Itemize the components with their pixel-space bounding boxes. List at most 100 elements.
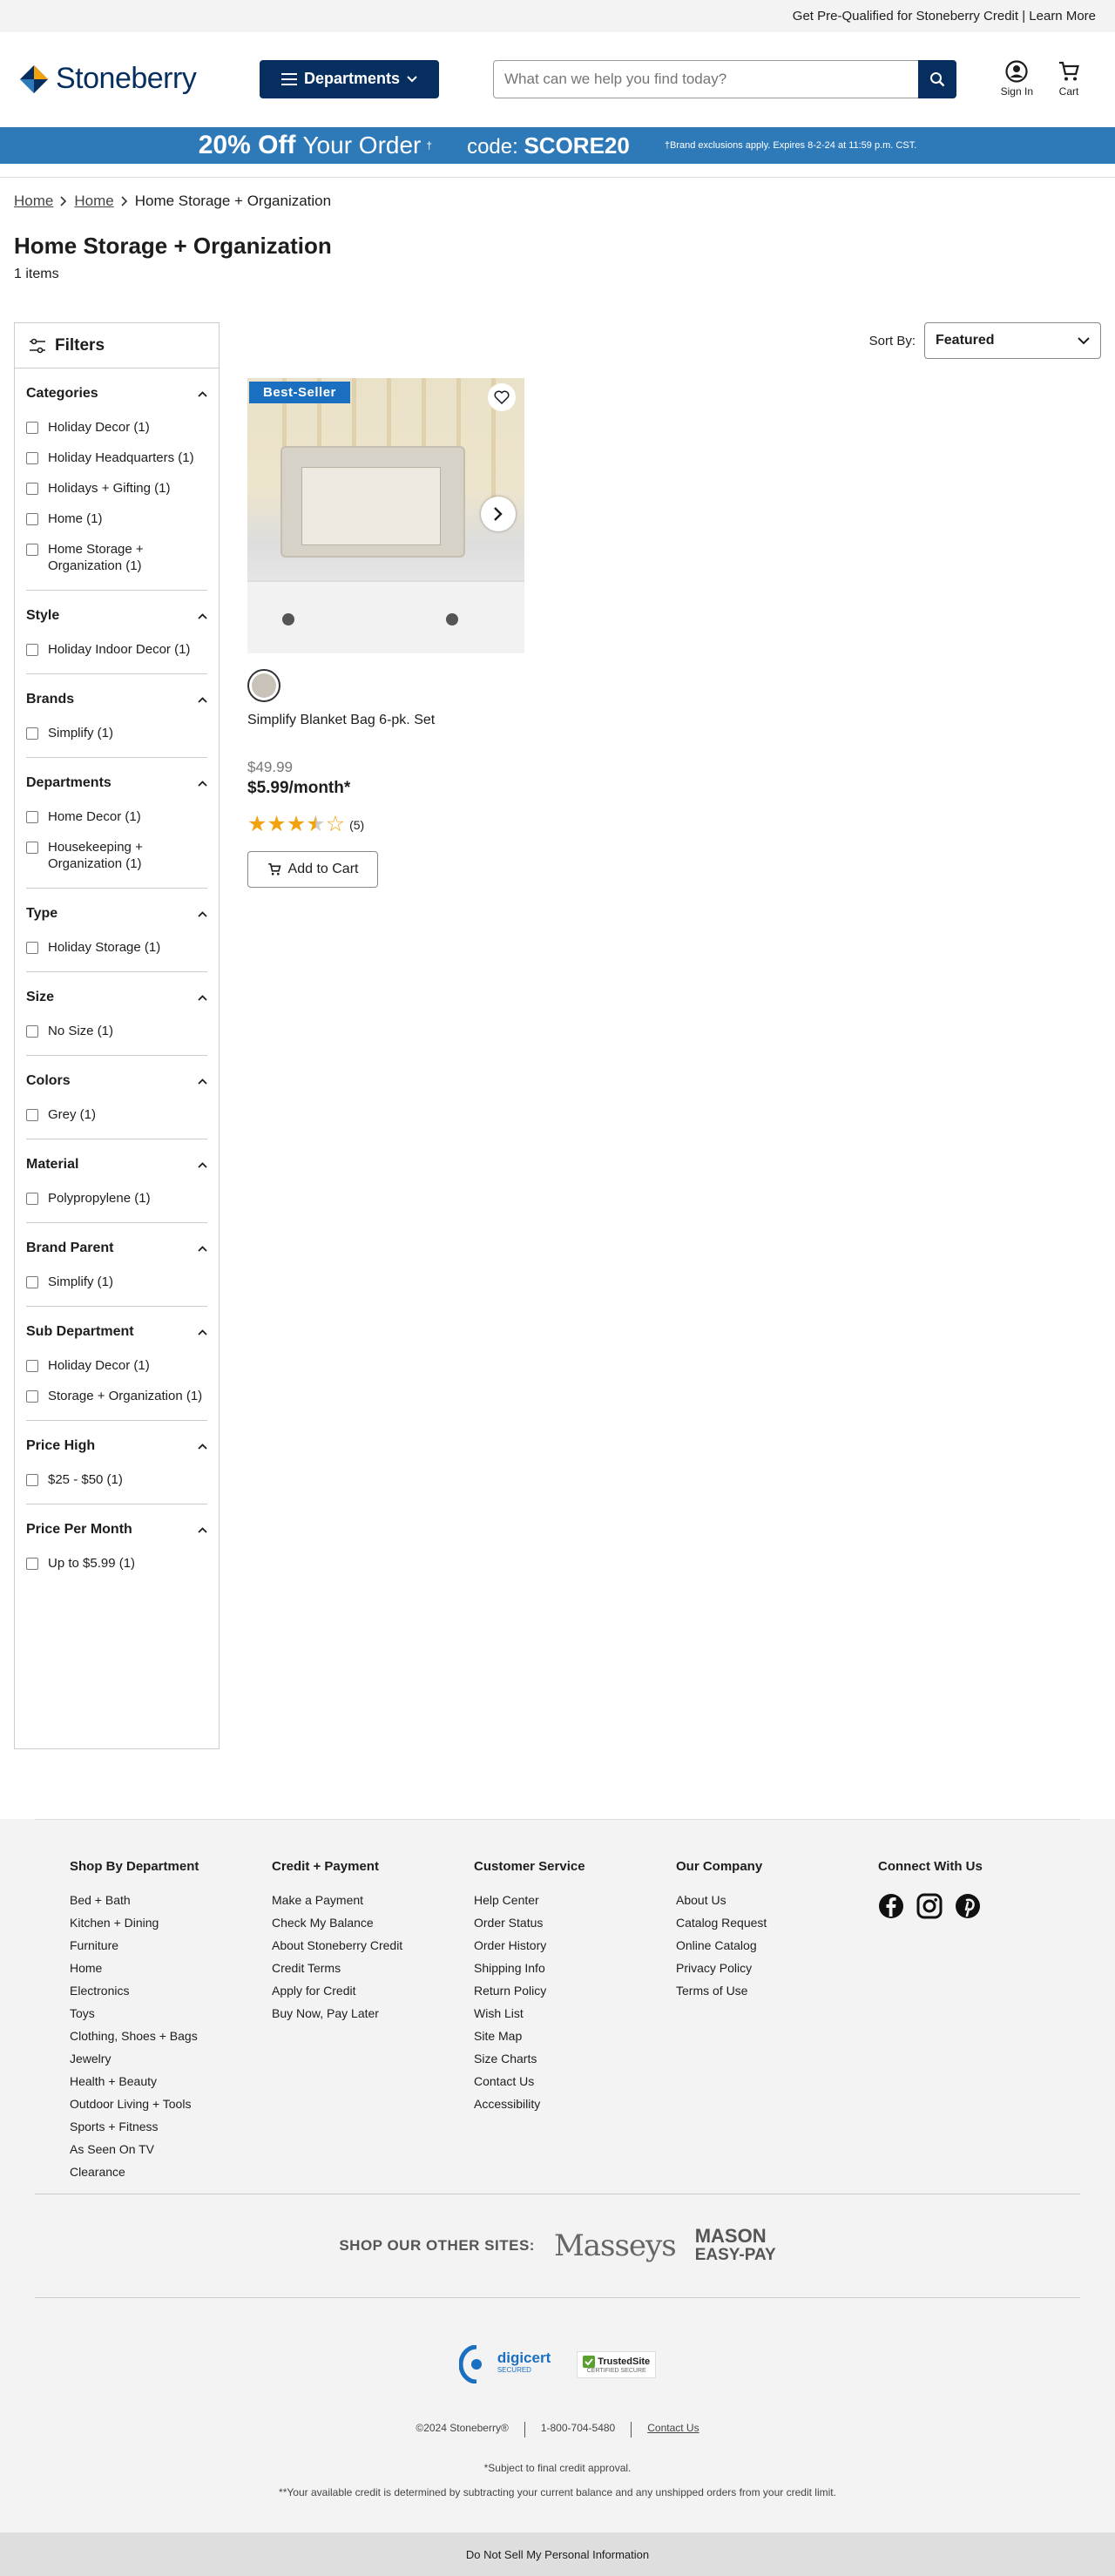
footer-link[interactable]: Jewelry	[70, 2052, 272, 2066]
filter-checkbox[interactable]	[26, 452, 38, 464]
filter-option[interactable]: Storage + Organization (1)	[26, 1388, 207, 1404]
breadcrumb-home-1[interactable]: Home	[14, 193, 53, 210]
filter-option[interactable]: Housekeeping + Organization (1)	[26, 839, 207, 872]
footer-link[interactable]: Order History	[474, 1938, 676, 1952]
sign-in-button[interactable]: Sign In	[1001, 60, 1033, 98]
footer-link[interactable]: As Seen On TV	[70, 2142, 272, 2156]
filter-section-toggle[interactable]: Type	[26, 906, 207, 922]
cart-button[interactable]: Cart	[1058, 60, 1080, 98]
filter-option[interactable]: Simplify (1)	[26, 725, 207, 741]
footer-link[interactable]: Wish List	[474, 2006, 676, 2020]
footer-link[interactable]: Make a Payment	[272, 1893, 474, 1907]
filter-checkbox[interactable]	[26, 1276, 38, 1288]
footer-link[interactable]: Sports + Fitness	[70, 2120, 272, 2133]
filter-checkbox[interactable]	[26, 842, 38, 854]
filter-section-toggle[interactable]: Price Per Month	[26, 1522, 207, 1538]
filter-option[interactable]: No Size (1)	[26, 1023, 207, 1039]
footer-link[interactable]: Help Center	[474, 1893, 676, 1907]
filter-checkbox[interactable]	[26, 544, 38, 556]
product-name[interactable]: Simplify Blanket Bag 6-pk. Set	[247, 713, 524, 728]
search-input[interactable]	[493, 59, 918, 98]
footer-link[interactable]: Outdoor Living + Tools	[70, 2097, 272, 2111]
footer-link[interactable]: Toys	[70, 2006, 272, 2020]
filter-option[interactable]: Holiday Indoor Decor (1)	[26, 641, 207, 658]
next-image-button[interactable]	[481, 497, 516, 531]
footer-link[interactable]: About Us	[676, 1893, 878, 1907]
filter-checkbox[interactable]	[26, 422, 38, 434]
filter-option[interactable]: $25 - $50 (1)	[26, 1471, 207, 1488]
filter-option[interactable]: Holiday Headquarters (1)	[26, 450, 207, 466]
filter-option[interactable]: Home (1)	[26, 510, 207, 527]
filter-checkbox[interactable]	[26, 513, 38, 525]
departments-button[interactable]: Departments	[260, 59, 439, 98]
footer-link[interactable]: Apply for Credit	[272, 1984, 474, 1998]
filter-checkbox[interactable]	[26, 1025, 38, 1038]
digicert-seal[interactable]: digicert SECURED	[458, 2345, 551, 2383]
footer-link[interactable]: Clearance	[70, 2165, 272, 2179]
product-image[interactable]: Best-Seller	[247, 378, 524, 653]
footer-link[interactable]: Buy Now, Pay Later	[272, 2006, 474, 2020]
facebook-icon[interactable]	[878, 1893, 904, 1919]
search-button[interactable]	[918, 59, 956, 98]
footer-link[interactable]: Check My Balance	[272, 1916, 474, 1930]
filter-checkbox[interactable]	[26, 1109, 38, 1121]
footer-link[interactable]: Bed + Bath	[70, 1893, 272, 1907]
trustedsite-seal[interactable]: TrustedSite CERTIFIED SECURE	[577, 2350, 657, 2378]
filter-checkbox[interactable]	[26, 1474, 38, 1486]
filter-section-toggle[interactable]: Colors	[26, 1073, 207, 1089]
masseys-logo[interactable]: Masseys	[554, 2228, 677, 2263]
footer-link[interactable]: About Stoneberry Credit	[272, 1938, 474, 1952]
filter-option[interactable]: Home Decor (1)	[26, 808, 207, 825]
filter-section-toggle[interactable]: Brands	[26, 692, 207, 707]
filter-option[interactable]: Grey (1)	[26, 1106, 207, 1123]
filter-checkbox[interactable]	[26, 1193, 38, 1205]
phone-number[interactable]: 1-800-704-5480	[541, 2422, 615, 2437]
add-to-cart-button[interactable]: Add to Cart	[247, 851, 378, 888]
filter-option[interactable]: Home Storage + Organization (1)	[26, 541, 207, 574]
instagram-icon[interactable]	[916, 1893, 943, 1919]
footer-link[interactable]: Shipping Info	[474, 1961, 676, 1975]
footer-contact-link[interactable]: Contact Us	[647, 2422, 699, 2437]
footer-link[interactable]: Accessibility	[474, 2097, 676, 2111]
footer-link[interactable]: Furniture	[70, 1938, 272, 1952]
footer-link[interactable]: Kitchen + Dining	[70, 1916, 272, 1930]
color-swatch[interactable]	[247, 669, 280, 702]
footer-link[interactable]: Contact Us	[474, 2074, 676, 2088]
sort-select[interactable]: Featured	[924, 322, 1101, 359]
prequalify-link[interactable]: Get Pre-Qualified for Stoneberry Credit …	[793, 9, 1096, 24]
wishlist-button[interactable]	[488, 383, 516, 411]
footer-link[interactable]: Terms of Use	[676, 1984, 878, 1998]
filter-section-toggle[interactable]: Brand Parent	[26, 1241, 207, 1256]
do-not-sell-link[interactable]: Do Not Sell My Personal Information	[0, 2532, 1115, 2576]
filter-checkbox[interactable]	[26, 942, 38, 954]
filter-option[interactable]: Up to $5.99 (1)	[26, 1555, 207, 1572]
filter-option[interactable]: Holiday Decor (1)	[26, 419, 207, 436]
footer-link[interactable]: Catalog Request	[676, 1916, 878, 1930]
promo-banner[interactable]: 20% Off Your Order † code: SCORE20 †Bran…	[0, 127, 1115, 164]
filter-section-toggle[interactable]: Categories	[26, 386, 207, 402]
filter-option[interactable]: Holiday Storage (1)	[26, 939, 207, 956]
filter-checkbox[interactable]	[26, 811, 38, 823]
filter-section-toggle[interactable]: Price High	[26, 1438, 207, 1454]
breadcrumb-home-2[interactable]: Home	[74, 193, 113, 210]
filter-checkbox[interactable]	[26, 1360, 38, 1372]
footer-link[interactable]: Clothing, Shoes + Bags	[70, 2029, 272, 2043]
filter-section-toggle[interactable]: Style	[26, 608, 207, 624]
filter-section-toggle[interactable]: Material	[26, 1157, 207, 1173]
footer-link[interactable]: Electronics	[70, 1984, 272, 1998]
filter-option[interactable]: Holiday Decor (1)	[26, 1357, 207, 1374]
footer-link[interactable]: Order Status	[474, 1916, 676, 1930]
footer-link[interactable]: Health + Beauty	[70, 2074, 272, 2088]
filter-checkbox[interactable]	[26, 1558, 38, 1570]
footer-link[interactable]: Site Map	[474, 2029, 676, 2043]
footer-link[interactable]: Credit Terms	[272, 1961, 474, 1975]
filter-section-toggle[interactable]: Departments	[26, 775, 207, 791]
filter-section-toggle[interactable]: Sub Department	[26, 1324, 207, 1340]
mason-easy-pay-logo[interactable]: MASON EASY-PAY	[695, 2227, 776, 2265]
footer-link[interactable]: Size Charts	[474, 2052, 676, 2066]
filter-checkbox[interactable]	[26, 644, 38, 656]
footer-link[interactable]: Home	[70, 1961, 272, 1975]
footer-link[interactable]: Return Policy	[474, 1984, 676, 1998]
footer-link[interactable]: Privacy Policy	[676, 1961, 878, 1975]
filter-checkbox[interactable]	[26, 1390, 38, 1403]
